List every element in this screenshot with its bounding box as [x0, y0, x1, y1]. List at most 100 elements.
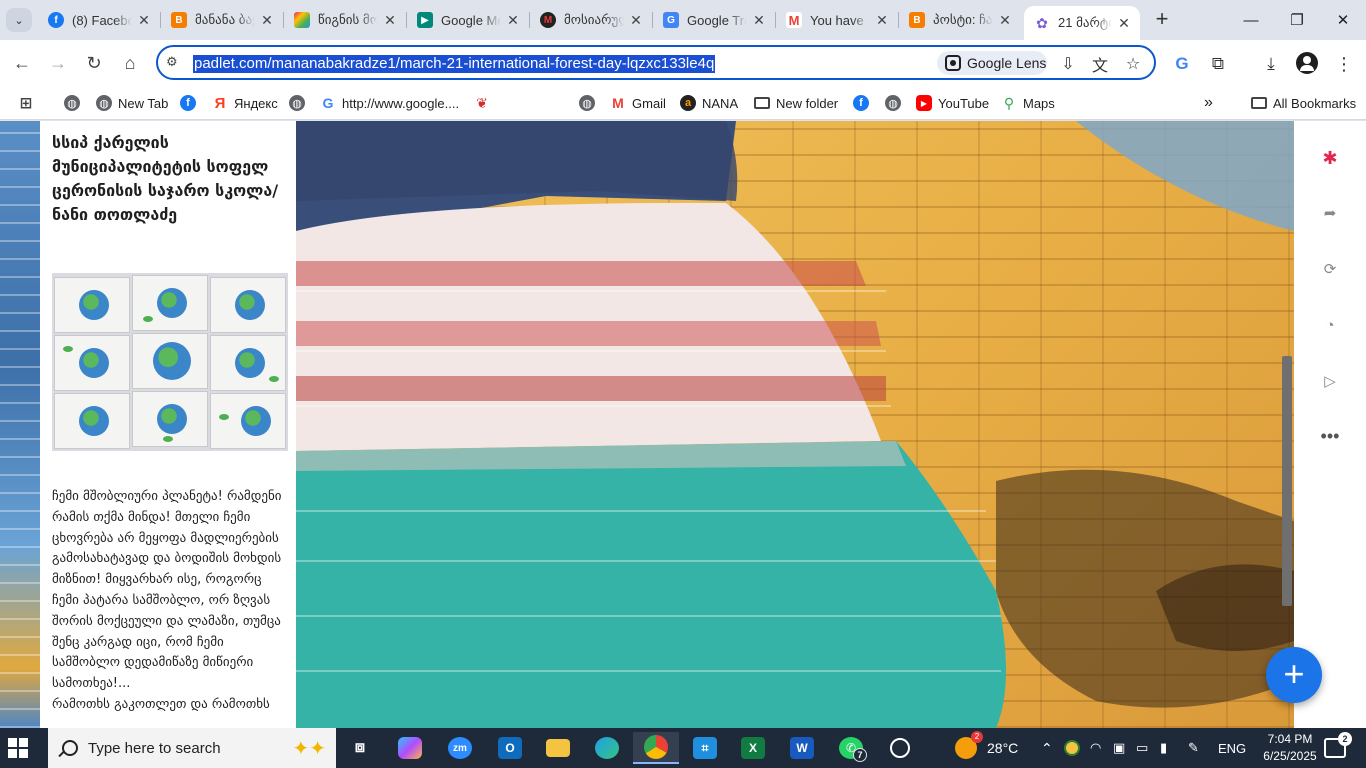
- tab-google-translate[interactable]: G Google Translate ✕: [653, 6, 775, 34]
- close-window-button[interactable]: ✕: [1320, 0, 1366, 40]
- network-icon[interactable]: ◠: [1090, 728, 1101, 768]
- bookmark-nana[interactable]: a NANA: [680, 92, 738, 114]
- tab-padlet-active[interactable]: ✿ 21 მარტი ✕: [1024, 6, 1140, 40]
- tab-title: პოსტი: ჩამთვლელი: [933, 12, 993, 27]
- address-bar[interactable]: ⚙ padlet.com/mananabakradze1/march-21-in…: [156, 45, 1156, 80]
- tab-book-lover[interactable]: წიგნის მოყვარული ✕: [284, 6, 406, 34]
- close-icon[interactable]: ✕: [259, 12, 275, 29]
- task-view-icon[interactable]: ⧈: [340, 732, 380, 764]
- slideshow-icon[interactable]: ▷: [1315, 366, 1345, 396]
- pen-icon[interactable]: ✎: [1188, 728, 1199, 768]
- edge-icon[interactable]: [587, 732, 627, 764]
- bookmark-maps[interactable]: ⚲ Maps: [1001, 92, 1055, 114]
- extensions-icon[interactable]: ⧉: [1206, 52, 1230, 76]
- translate-page-icon[interactable]: 文: [1089, 53, 1111, 75]
- bookmark-facebook[interactable]: f: [180, 92, 202, 114]
- file-explorer-icon[interactable]: [538, 732, 578, 764]
- bookmark-star-icon[interactable]: ☆: [1122, 53, 1144, 75]
- tray-app-icon[interactable]: [1064, 728, 1080, 768]
- close-icon[interactable]: ✕: [1116, 15, 1132, 32]
- new-tab-button[interactable]: +: [1150, 8, 1174, 32]
- excel-icon[interactable]: X: [733, 732, 773, 764]
- home-button[interactable]: ⌂: [116, 50, 144, 76]
- tab-blogger[interactable]: B მანანა ბაქრაძე ✕: [161, 6, 283, 34]
- translate-icon: G: [663, 12, 679, 28]
- remake-icon[interactable]: ⟳: [1315, 254, 1345, 284]
- bookmark-google[interactable]: Ghttp://www.google....: [320, 92, 460, 114]
- apps-button[interactable]: ⊞: [18, 92, 40, 114]
- url-text[interactable]: padlet.com/mananabakradze1/march-21-inte…: [193, 55, 716, 73]
- bookmark-new-folder[interactable]: New folder: [754, 92, 838, 114]
- outlook-icon[interactable]: O: [490, 732, 530, 764]
- all-bookmarks-button[interactable]: All Bookmarks: [1251, 92, 1356, 114]
- install-app-icon[interactable]: ⇩: [1057, 53, 1079, 75]
- tab-blogger-post[interactable]: B პოსტი: ჩამთვლელი ✕: [899, 6, 1021, 34]
- bookmark-gmail[interactable]: M Gmail: [610, 92, 666, 114]
- tab-m[interactable]: M მოსიარულე ✕: [530, 6, 652, 34]
- close-icon[interactable]: ✕: [505, 12, 521, 29]
- close-icon[interactable]: ✕: [997, 12, 1013, 29]
- whatsapp-icon[interactable]: ✆ 7: [831, 732, 871, 764]
- chrome-icon[interactable]: [633, 732, 679, 764]
- all-bookmarks-label: All Bookmarks: [1273, 95, 1357, 111]
- padlet-post[interactable]: სსიპ ქარელის მუნიციპალიტეტის სოფელ ცერონ…: [40, 121, 296, 728]
- close-icon[interactable]: ✕: [382, 12, 398, 29]
- bookmark-red-bird[interactable]: ❦: [474, 92, 496, 114]
- post-image[interactable]: [52, 273, 288, 451]
- forward-button[interactable]: →: [44, 50, 72, 76]
- more-icon[interactable]: •••: [1315, 421, 1345, 451]
- share-icon[interactable]: ➦: [1315, 198, 1345, 228]
- arrow-right-icon: →: [49, 52, 67, 73]
- show-hidden-icons-icon[interactable]: ⌃: [1041, 728, 1053, 768]
- close-icon[interactable]: ✕: [136, 12, 152, 29]
- close-icon[interactable]: ✕: [628, 12, 644, 29]
- weather-widget[interactable]: 2 28°C: [955, 728, 1018, 768]
- download-icon[interactable]: ⤓: [1259, 52, 1283, 76]
- display-icon[interactable]: ▭: [1136, 728, 1148, 768]
- profile-avatar[interactable]: [1296, 52, 1318, 74]
- google-translate-extension-icon[interactable]: G: [1170, 52, 1194, 76]
- obs-icon[interactable]: [880, 732, 920, 764]
- tab-facebook[interactable]: f (8) Facebook ✕: [38, 6, 160, 34]
- add-post-button[interactable]: +: [1266, 647, 1322, 703]
- notifications-button[interactable]: 2: [1324, 732, 1352, 758]
- tab-google-meet[interactable]: ▶ Google Meet ✕: [407, 6, 529, 34]
- language-indicator[interactable]: ENG: [1218, 728, 1246, 768]
- bookmark-globe-4[interactable]: ◍: [885, 92, 907, 114]
- app-icon[interactable]: ⌗: [685, 732, 725, 764]
- close-icon[interactable]: ✕: [874, 12, 890, 29]
- google-lens-button[interactable]: Google Lens: [937, 51, 1047, 75]
- word-icon[interactable]: W: [782, 732, 822, 764]
- chevron-down-icon: ⌄: [14, 14, 24, 27]
- more-menu-icon[interactable]: ⋮: [1332, 52, 1356, 76]
- reload-button[interactable]: ↻: [80, 50, 108, 76]
- site-info-icon[interactable]: ⚙: [166, 54, 184, 72]
- bookmark-globe[interactable]: ◍: [64, 92, 86, 114]
- bookmark-yandex[interactable]: Я Яндекс: [212, 92, 278, 114]
- start-button[interactable]: [8, 738, 30, 758]
- close-icon[interactable]: ✕: [751, 12, 767, 29]
- back-button[interactable]: ←: [8, 50, 36, 76]
- taskbar-search[interactable]: Type here to search ✦✦: [48, 728, 336, 768]
- whatsapp-badge: 7: [853, 748, 867, 762]
- page-scrollbar[interactable]: [1282, 356, 1292, 606]
- zoom-icon[interactable]: zm: [440, 732, 480, 764]
- bookmark-globe-2[interactable]: ◍: [289, 92, 311, 114]
- bookmark-facebook-2[interactable]: f: [853, 92, 875, 114]
- maximize-button[interactable]: ❐: [1274, 0, 1320, 40]
- minimize-button[interactable]: —: [1228, 0, 1274, 40]
- bookmark-new-tab[interactable]: ◍ New Tab: [96, 92, 168, 114]
- bell-icon[interactable]: ◔: [1315, 310, 1345, 340]
- system-clock[interactable]: 7:04 PM 6/25/2025: [1258, 731, 1322, 765]
- tab-search-button[interactable]: ⌄: [6, 8, 32, 32]
- battery-icon[interactable]: ▮: [1160, 728, 1167, 768]
- bookmark-youtube[interactable]: ▶ YouTube: [916, 92, 989, 114]
- padlet-logo-icon[interactable]: ✱: [1315, 143, 1345, 173]
- tray-device-icon[interactable]: ▣: [1113, 728, 1125, 768]
- home-icon: ⌂: [124, 52, 136, 73]
- gmail-icon: M: [786, 12, 802, 28]
- bookmark-globe-3[interactable]: ◍: [579, 92, 601, 114]
- more-bookmarks-button[interactable]: »: [1204, 92, 1213, 114]
- copilot-icon[interactable]: [390, 732, 430, 764]
- tab-gmail[interactable]: M You have ✕: [776, 6, 898, 34]
